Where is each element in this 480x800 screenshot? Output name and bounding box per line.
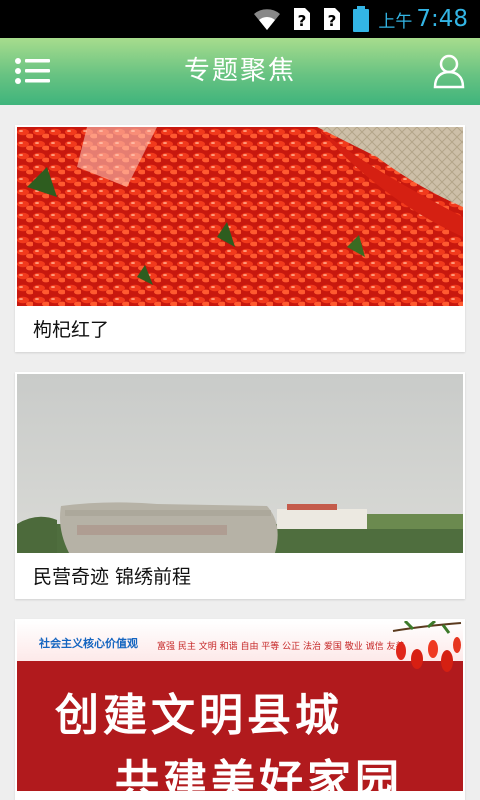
topic-card[interactable]: 枸杞红了 bbox=[15, 125, 465, 352]
topic-card[interactable]: 民营奇迹 锦绣前程 bbox=[15, 372, 465, 599]
industrial-park-image bbox=[17, 374, 463, 553]
svg-text:?: ? bbox=[298, 12, 307, 30]
banner-slogan: 社会主义核心价值观 bbox=[39, 637, 138, 650]
status-bar: ? ? 上午 7:48 bbox=[0, 0, 480, 38]
card-title: 民营奇迹 锦绣前程 bbox=[33, 566, 192, 588]
card-title: 枸杞红了 bbox=[33, 319, 110, 341]
sim-unknown-icon: ? bbox=[324, 8, 341, 30]
topic-card[interactable]: 社会主义核心价值观 富强 民主 文明 和谐 自由 平等 公正 法治 爱国 敬业 … bbox=[15, 619, 465, 800]
status-time: 7:48 bbox=[416, 6, 468, 32]
goji-berries-image bbox=[17, 127, 463, 306]
svg-text:?: ? bbox=[328, 12, 337, 30]
page-title: 专题聚焦 bbox=[183, 56, 296, 86]
user-button[interactable] bbox=[432, 53, 466, 89]
banner-line2: 共建美好家园 bbox=[115, 756, 403, 791]
sim-unknown-icon: ? bbox=[294, 8, 311, 30]
civic-banner-image: 社会主义核心价值观 富强 民主 文明 和谐 自由 平等 公正 法治 爱国 敬业 … bbox=[17, 621, 463, 791]
wifi-icon bbox=[254, 9, 281, 31]
banner-values: 富强 民主 文明 和谐 自由 平等 公正 法治 爱国 敬业 诚信 友善 bbox=[157, 642, 405, 652]
battery-icon bbox=[353, 6, 370, 32]
status-ampm: 上午 bbox=[378, 11, 413, 32]
goji-branch-icon bbox=[392, 621, 462, 672]
app-header: 专题聚焦 bbox=[0, 38, 480, 105]
banner-line1: 创建文明县城 bbox=[55, 690, 343, 741]
status-icons: ? ? 上午 7:48 bbox=[242, 4, 468, 34]
user-icon bbox=[433, 54, 465, 89]
